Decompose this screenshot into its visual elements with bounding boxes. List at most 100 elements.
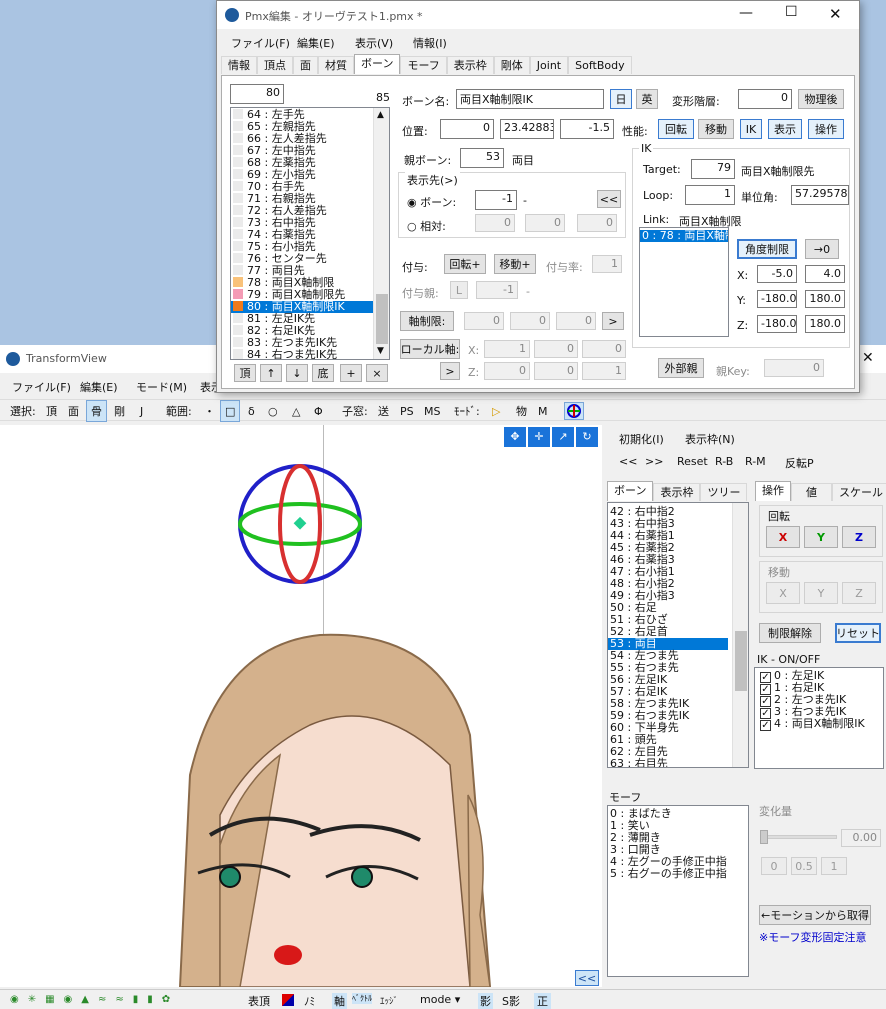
nav-prev[interactable]: << [619, 455, 637, 468]
limit-x-min[interactable]: -5.0 [757, 265, 797, 283]
bone-name-input[interactable]: 両目X軸制限IK [456, 89, 604, 109]
amount-0-button[interactable]: 0 [761, 857, 787, 875]
tv-menu-mode[interactable]: モード(M) [136, 379, 187, 395]
rot-z-button[interactable]: Z [842, 526, 876, 548]
amount-1-button[interactable]: 1 [821, 857, 847, 875]
perf-display-button[interactable]: 表示 [768, 119, 802, 139]
to-zero-button[interactable]: →0 [805, 239, 839, 259]
tb-face[interactable]: 面 [68, 400, 79, 422]
amount-half-button[interactable]: 0.5 [791, 857, 817, 875]
collapse-panel-button[interactable]: << [575, 970, 599, 986]
morph-item[interactable]: 5 : 右グーの手修正中指 [608, 868, 748, 880]
morph-list[interactable]: 0 : まばたき 1 : 笑い 2 : 薄開き 3 : 口開き 4 : 左グーの手修正中… [607, 805, 749, 977]
external-parent-button[interactable]: 外部親 [658, 358, 704, 378]
nav-reset[interactable]: Reset [677, 455, 708, 468]
tab-value[interactable]: 値 [791, 483, 832, 501]
tb-play-icon[interactable]: ▷ [492, 400, 500, 422]
unit-angle-input[interactable]: 57.29578 [791, 185, 849, 205]
amount-value[interactable]: 0.00 [841, 829, 881, 847]
local-next-button[interactable]: > [440, 362, 460, 380]
pos-z-input[interactable]: -1.5 [560, 119, 614, 139]
move-x-button[interactable]: X [766, 582, 800, 604]
rel-z-input[interactable]: 0 [577, 214, 617, 232]
nav-reverse[interactable]: 反転P [785, 455, 814, 471]
status-ortho[interactable]: 正 [534, 993, 551, 1009]
pmx-tab-0[interactable]: 情報 [221, 56, 257, 74]
reset-button[interactable]: リセット [835, 623, 881, 643]
status-axis[interactable]: 軸 [332, 993, 347, 1009]
pmx-bone-scrollbar[interactable]: ▲ ▼ [373, 108, 389, 359]
axis-x-input[interactable]: 0 [464, 312, 504, 330]
nav-rb[interactable]: R-B [715, 455, 733, 468]
list-button-2[interactable]: ↓ [286, 364, 308, 382]
link-item[interactable]: 0 : 78 : 両目X軸制 [640, 230, 728, 242]
pmx-bone-scroll-thumb[interactable] [376, 294, 388, 344]
scroll-down-icon[interactable]: ▼ [377, 346, 384, 356]
move-z-button[interactable]: Z [842, 582, 876, 604]
tb-rigid[interactable]: 剛 [114, 400, 125, 422]
nav-next[interactable]: >> [645, 455, 663, 468]
tab-operation[interactable]: 操作 [755, 481, 791, 501]
pmx-titlebar[interactable]: Pmx編集 - オリーヴテスト1.pmx * — ☐ ✕ [217, 1, 859, 29]
local-z1-input[interactable]: 0 [484, 362, 530, 380]
tb-range-triangle[interactable]: △ [292, 400, 300, 422]
status-icons[interactable]: ◉✳▦◉▲≈≈▮▮✿ [10, 994, 236, 1006]
status-shadow[interactable]: 影 [478, 993, 493, 1009]
axis-next-button[interactable]: > [602, 312, 624, 330]
tv-bone-scrollbar[interactable] [732, 503, 748, 767]
init-menu[interactable]: 初期化(I) [619, 431, 664, 447]
pmx-menu-file[interactable]: ファイル(F) [231, 35, 290, 51]
perf-rotate-button[interactable]: 回転 [658, 119, 694, 139]
pmx-tab-3[interactable]: 材質 [318, 56, 354, 74]
grant-move-button[interactable]: 移動+ [494, 254, 536, 274]
limit-y-max[interactable]: 180.0 [805, 290, 845, 308]
view-reset-icon[interactable]: ↻ [576, 427, 598, 447]
rot-y-button[interactable]: Y [804, 526, 838, 548]
axis-z-input[interactable]: 0 [556, 312, 596, 330]
view-zoom-icon[interactable]: ↗ [552, 427, 574, 447]
nav-rm[interactable]: R-M [745, 455, 766, 468]
minimize-icon[interactable]: — [739, 5, 753, 21]
move-y-button[interactable]: Y [804, 582, 838, 604]
release-limit-button[interactable]: 制限解除 [759, 623, 821, 643]
view-rotate-icon[interactable]: ✥ [504, 427, 526, 447]
pmx-tab-2[interactable]: 面 [293, 56, 318, 74]
amount-slider-thumb[interactable] [760, 830, 768, 844]
local-axis-button[interactable]: ローカル軸: [400, 339, 460, 359]
physics-after-button[interactable]: 物理後 [798, 89, 844, 109]
perf-ik-button[interactable]: IK [740, 119, 762, 139]
bone-gizmo[interactable] [236, 460, 366, 585]
display-bone-input[interactable]: -1 [475, 190, 517, 210]
pmx-tab-4[interactable]: ボーン [354, 54, 401, 74]
display-prev-button[interactable]: << [597, 190, 621, 208]
tb-m[interactable]: M [538, 400, 548, 422]
tv-bone-list[interactable]: 42 : 右中指2 43 : 右中指3 44 : 右薬指1 45 : 右薬指2 46 :… [607, 502, 749, 768]
pmx-menu-edit[interactable]: 編集(E) [297, 35, 335, 51]
get-from-motion-button[interactable]: ←モーションから取得 [759, 905, 871, 925]
tb-bone[interactable]: 骨 [86, 400, 107, 422]
status-nomi[interactable]: ﾉﾐ [304, 993, 315, 1009]
link-list[interactable]: 0 : 78 : 両目X軸制 [639, 227, 729, 337]
limit-y-min[interactable]: -180.0 [757, 290, 797, 308]
pos-y-input[interactable]: 23.42883 [500, 119, 554, 139]
limit-z-min[interactable]: -180.0 [757, 315, 797, 333]
local-x3-input[interactable]: 0 [582, 340, 626, 358]
radio-bone[interactable]: ◉ ボーン: [407, 194, 456, 210]
tv-close-icon[interactable]: ✕ [862, 350, 874, 366]
parent-key-input[interactable]: 0 [764, 359, 824, 377]
list-button-0[interactable]: 頂 [234, 364, 256, 382]
tv-menu-edit[interactable]: 編集(E) [80, 379, 118, 395]
status-color-icon[interactable] [282, 994, 294, 1006]
deform-input[interactable]: 0 [738, 89, 792, 109]
tb-physics[interactable]: 物 [516, 400, 527, 422]
list-button-4[interactable]: + [340, 364, 362, 382]
pmx-tab-5[interactable]: モーフ [400, 56, 447, 74]
local-x2-input[interactable]: 0 [534, 340, 578, 358]
tv-bone-item[interactable]: 63 : 右目先 [608, 758, 728, 768]
target-input[interactable]: 79 [691, 159, 735, 179]
bone-count-input[interactable]: 80 [230, 84, 284, 104]
tb-range-circle[interactable]: ○ [268, 400, 278, 422]
pmx-tab-6[interactable]: 表示枠 [446, 56, 494, 74]
tb-joint[interactable]: J [140, 400, 143, 422]
tab-bone[interactable]: ボーン [607, 481, 654, 501]
